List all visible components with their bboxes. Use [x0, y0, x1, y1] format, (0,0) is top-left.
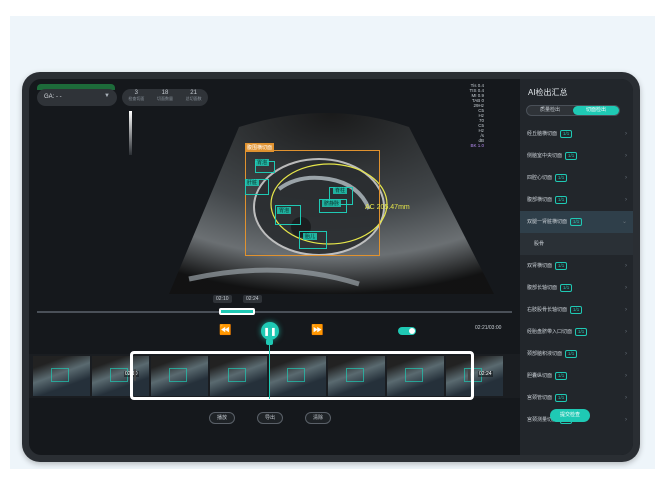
acquisition-info: Tis 0.4 TIS 0.4 MI 0.9 TAB 0 29Hz C5 Hz 70 C…: [469, 83, 484, 148]
count-badge: 1/1: [570, 218, 583, 226]
count-badge: 1/1: [565, 350, 578, 358]
segment-control[interactable]: 质量检出 切面检出: [526, 105, 620, 116]
depth-scale: [129, 111, 132, 155]
fast-forward-icon[interactable]: ⏩: [311, 326, 323, 336]
count-badge: 1/1: [560, 284, 573, 292]
plane-item[interactable]: 经丘脑横切面 1/1 ›: [520, 123, 633, 145]
chevron-right-icon: ›: [625, 329, 627, 335]
detection-tag: 脐静脉: [322, 200, 342, 207]
submit-button[interactable]: 提交检查: [550, 409, 590, 422]
detection-tag: 肝脏: [245, 179, 260, 186]
detection-tag: 胃泡: [277, 207, 292, 214]
timeline-selection-handle[interactable]: [219, 308, 255, 315]
plane-item-active[interactable]: 双腿一肾脏横切面 1/1 ⌄: [520, 211, 633, 233]
clip-end-time: 02:24: [243, 295, 262, 303]
ga-label: GA: - -: [44, 94, 62, 100]
plane-item[interactable]: 腹部横切面 1/1 ›: [520, 189, 633, 211]
chevron-right-icon: ›: [625, 395, 627, 401]
plane-item[interactable]: 颈部脑积液切面 1/1 ›: [520, 343, 633, 365]
count-badge: 1/1: [565, 152, 578, 160]
plane-item[interactable]: 双肾横切面 1/1 ›: [520, 255, 633, 277]
filmstrip-selection[interactable]: [130, 351, 474, 400]
detection-counts: 3 检查切面 18 切面数量 21 总切面数: [122, 89, 208, 106]
count-badge: 1/1: [575, 328, 588, 336]
detection-tag: 胃泡: [255, 159, 270, 166]
ultrasound-viewer[interactable]: Tis 0.4 TIS 0.4 MI 0.9 TAB 0 29Hz C5 Hz 70 C…: [29, 79, 524, 301]
tablet-device: Tis 0.4 TIS 0.4 MI 0.9 TAB 0 29Hz C5 Hz 70 C…: [22, 72, 640, 462]
film-frame[interactable]: [33, 356, 90, 396]
count-badge: 1/1: [555, 262, 568, 270]
plane-subitem[interactable]: 股骨: [520, 233, 633, 255]
sidebar-title: AI检出汇总: [528, 88, 568, 97]
plane-item[interactable]: 经胎盘脐带入口切面 1/1 ›: [520, 321, 633, 343]
count-badge: 1/1: [555, 196, 568, 204]
chevron-right-icon: ›: [625, 197, 627, 203]
count-badge: 1/1: [570, 306, 583, 314]
detection-tag: 脊柱: [333, 187, 348, 194]
plane-item[interactable]: 右肢股骨长轴切面 1/1 ›: [520, 299, 633, 321]
ga-dropdown[interactable]: GA: - - ▼: [37, 89, 117, 106]
chevron-down-icon: ▼: [104, 93, 110, 99]
ac-measurement: AC 205.47mm: [365, 204, 410, 211]
detection-tag: 胎儿: [303, 233, 318, 240]
plane-item[interactable]: 腹部长轴切面 1/1 ›: [520, 277, 633, 299]
chevron-right-icon: ›: [625, 285, 627, 291]
plane-item[interactable]: 宫颈管切面 1/1 ›: [520, 387, 633, 409]
count-badge: 1/1: [555, 372, 568, 380]
plane-item[interactable]: 侧脑室中央切面 1/1 ›: [520, 145, 633, 167]
chevron-down-icon: ⌄: [621, 219, 627, 225]
chevron-right-icon: ›: [625, 417, 627, 423]
count-item: 18 切面数量: [156, 90, 173, 101]
chevron-right-icon: ›: [625, 373, 627, 379]
pause-icon: ❚❚: [263, 326, 277, 336]
chevron-right-icon: ›: [625, 153, 627, 159]
clear-button[interactable]: 清除: [305, 412, 332, 424]
count-badge: 1/1: [555, 394, 568, 402]
app-screen: Tis 0.4 TIS 0.4 MI 0.9 TAB 0 29Hz C5 Hz 70 C…: [29, 79, 633, 455]
loop-toggle[interactable]: [398, 327, 416, 335]
timeline-track[interactable]: [37, 311, 512, 313]
playhead-handle[interactable]: [266, 339, 273, 345]
plane-item[interactable]: 胆囊纵切面 1/1 ›: [520, 365, 633, 387]
play-clip-button[interactable]: 播放: [209, 412, 236, 424]
count-item: 21 总切面数: [185, 90, 202, 101]
playback-time: 02:21/03:00: [475, 325, 502, 331]
chevron-right-icon: ›: [625, 307, 627, 313]
segment-plane[interactable]: 切面检出: [573, 106, 619, 115]
segment-quality[interactable]: 质量检出: [527, 106, 573, 115]
count-badge: 1/1: [555, 174, 568, 182]
chevron-right-icon: ›: [625, 351, 627, 357]
chevron-right-icon: ›: [625, 131, 627, 137]
export-button[interactable]: 导出: [257, 412, 284, 424]
frame-highlight: [51, 368, 69, 382]
plane-item[interactable]: 四腔心切面 1/1 ›: [520, 167, 633, 189]
detection-label-main: 腹围横切面: [245, 143, 275, 152]
rewind-icon[interactable]: ⏪: [219, 326, 231, 336]
chevron-right-icon: ›: [625, 263, 627, 269]
pause-button[interactable]: ❚❚: [261, 322, 279, 340]
plane-list: 经丘脑横切面 1/1 › 侧脑室中央切面 1/1 › 四腔心切面 1/1 › 腹部横切面 1/…: [520, 123, 633, 431]
count-item: 3 检查切面: [128, 90, 145, 101]
sidebar: AI检出汇总 质量检出 切面检出 经丘脑横切面 1/1 › 侧脑室中央切面 1/1 › …: [520, 79, 633, 455]
chevron-right-icon: ›: [625, 175, 627, 181]
playhead[interactable]: [269, 341, 270, 399]
clip-start-time: 02:10: [213, 295, 232, 303]
count-badge: 1/1: [560, 130, 573, 138]
